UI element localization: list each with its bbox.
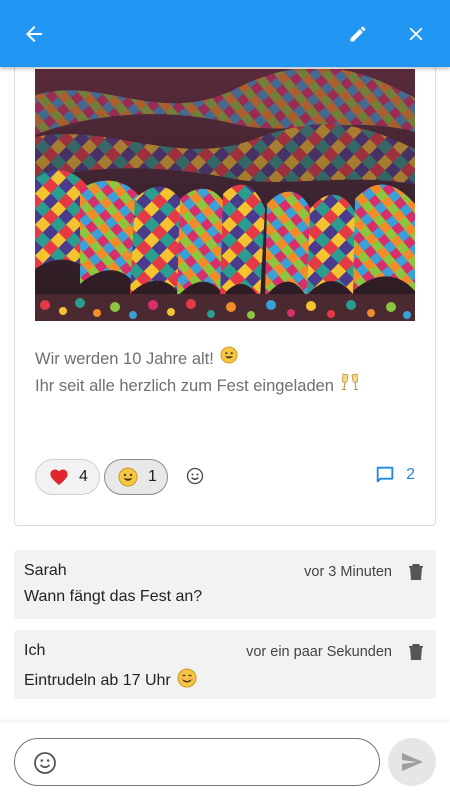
grinning-face-emoji-icon bbox=[118, 467, 138, 487]
comments-count-button[interactable]: 2 bbox=[374, 464, 415, 486]
app-bar bbox=[0, 0, 450, 67]
post-card: Wir werden 10 Jahre alt! Ihr seit alle h… bbox=[14, 67, 436, 526]
comment-item: Ich vor ein paar Sekunden Eintrudeln ab … bbox=[14, 630, 436, 699]
send-button[interactable] bbox=[388, 738, 436, 786]
comment-composer bbox=[0, 722, 450, 800]
comment-time: vor ein paar Sekunden bbox=[246, 644, 392, 660]
trash-icon bbox=[409, 644, 423, 660]
comment-author: Sarah bbox=[24, 562, 67, 579]
delete-comment-button[interactable] bbox=[408, 643, 424, 661]
comment-input[interactable] bbox=[69, 749, 369, 777]
reaction-grin-count: 1 bbox=[148, 468, 157, 485]
feed-scroll-area[interactable]: Wir werden 10 Jahre alt! Ihr seit alle h… bbox=[0, 67, 450, 722]
send-icon bbox=[402, 753, 423, 771]
comments-count: 2 bbox=[406, 466, 415, 483]
reaction-heart-chip[interactable]: 4 bbox=[35, 459, 100, 495]
comment-body: Wann fängt das Fest an? bbox=[24, 588, 202, 606]
grinning-face-emoji-icon bbox=[220, 346, 238, 372]
reaction-bar: 4 1 2 bbox=[35, 459, 415, 495]
heart-emoji-icon bbox=[50, 469, 68, 486]
smiley-outline-icon bbox=[34, 752, 56, 774]
close-icon bbox=[409, 27, 423, 41]
comment-body: Eintrudeln ab 17 Uhr bbox=[24, 668, 197, 693]
party-streamers-photo bbox=[35, 69, 415, 321]
comment-author: Ich bbox=[24, 642, 46, 659]
comment-input-container bbox=[14, 738, 380, 786]
post-text-line-1: Wir werden 10 Jahre alt! bbox=[35, 346, 415, 372]
clinking-glasses-emoji-icon bbox=[340, 372, 360, 400]
comment-icon bbox=[376, 466, 394, 483]
reaction-heart-count: 4 bbox=[79, 468, 88, 485]
delete-comment-button[interactable] bbox=[408, 563, 424, 581]
comment-text: Wann fängt das Fest an? bbox=[24, 588, 203, 605]
add-reaction-button[interactable] bbox=[185, 466, 205, 486]
comment-item: Sarah vor 3 Minuten Wann fängt das Fest … bbox=[14, 550, 436, 619]
smiling-face-emoji-icon bbox=[177, 668, 197, 693]
back-button[interactable] bbox=[17, 17, 51, 51]
edit-button[interactable] bbox=[341, 17, 375, 51]
trash-icon bbox=[409, 564, 423, 580]
post-text: Wir werden 10 Jahre alt! Ihr seit alle h… bbox=[35, 346, 415, 400]
reaction-grin-chip[interactable]: 1 bbox=[104, 459, 168, 495]
comment-text: Eintrudeln ab 17 Uhr bbox=[24, 671, 171, 689]
pencil-icon bbox=[350, 26, 366, 42]
post-text-line-2: Ihr seit alle herzlich zum Fest eingelad… bbox=[35, 372, 415, 400]
close-button[interactable] bbox=[399, 17, 433, 51]
smiley-outline-icon bbox=[186, 467, 204, 485]
comment-time: vor 3 Minuten bbox=[304, 564, 392, 580]
post-text-line-2-text: Ihr seit alle herzlich zum Fest eingelad… bbox=[35, 377, 334, 395]
post-text-line-1-text: Wir werden 10 Jahre alt! bbox=[35, 350, 214, 368]
arrow-left-icon bbox=[26, 26, 42, 42]
emoji-picker-button[interactable] bbox=[33, 751, 57, 775]
post-image[interactable] bbox=[35, 69, 415, 321]
